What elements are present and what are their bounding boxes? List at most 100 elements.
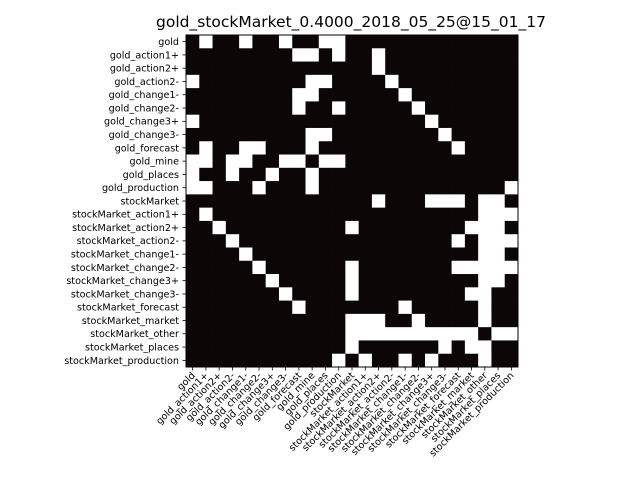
heatmap-cell <box>292 207 306 222</box>
heatmap-cell <box>425 88 439 102</box>
heatmap-cell <box>478 181 492 195</box>
heatmap-cell <box>451 167 466 182</box>
heatmap-cell <box>345 141 359 155</box>
heatmap-cell <box>358 287 373 301</box>
heatmap-cell <box>478 194 492 208</box>
heatmap-cell <box>478 287 492 301</box>
heatmap-cell <box>292 274 306 288</box>
heatmap-cell <box>385 260 399 275</box>
heatmap-cell <box>385 313 399 328</box>
heatmap-cell <box>278 220 293 235</box>
heatmap-cell <box>318 313 333 328</box>
heatmap-cell <box>239 127 253 142</box>
heatmap-cell <box>398 101 413 116</box>
heatmap-cell <box>318 234 333 248</box>
chart-title: gold_stockMarket_0.4000_2018_05_25@15_01… <box>156 13 546 32</box>
heatmap-cell <box>398 353 413 368</box>
heatmap-cell <box>358 247 373 262</box>
heatmap-cell <box>504 353 519 368</box>
y-axis: gold gold_action1+ gold_action2+ gold_actio… <box>64 37 186 367</box>
heatmap-cell <box>464 207 479 222</box>
heatmap-cell <box>212 260 227 275</box>
heatmap-cell <box>332 220 346 235</box>
heatmap-cell <box>371 220 386 235</box>
heatmap-cell <box>425 220 439 235</box>
heatmap-cell <box>478 48 492 62</box>
heatmap-cell <box>371 127 386 142</box>
heatmap-cell <box>385 234 399 248</box>
heatmap-cell <box>278 88 293 102</box>
heatmap-cell <box>358 300 373 315</box>
heatmap-cell <box>358 141 373 155</box>
heatmap-cell <box>358 48 373 62</box>
heatmap-cell <box>332 101 346 116</box>
heatmap-cell <box>425 181 439 195</box>
heatmap-cell <box>345 167 359 182</box>
heatmap-cell <box>398 35 413 49</box>
heatmap-cell <box>292 194 306 208</box>
heatmap-cell <box>411 260 426 275</box>
y-tick-label: gold_action2- <box>114 77 179 88</box>
heatmap-cell <box>318 327 333 341</box>
heatmap-cell <box>451 181 466 195</box>
heatmap-cell <box>464 48 479 62</box>
heatmap-cell <box>212 114 227 129</box>
y-tick-label: stockMarket_places <box>85 342 179 353</box>
heatmap-cell <box>225 101 240 116</box>
heatmap-cell <box>239 207 253 222</box>
heatmap-cell <box>438 114 452 129</box>
heatmap-cell <box>425 327 439 341</box>
heatmap-cell <box>478 61 492 76</box>
heatmap-cell <box>425 114 439 129</box>
heatmap-cell <box>318 167 333 182</box>
heatmap-cell <box>398 247 413 262</box>
heatmap-cell <box>345 127 359 142</box>
heatmap-cell <box>371 313 386 328</box>
y-tick-label: stockMarket_other <box>90 329 179 340</box>
heatmap-cell <box>345 48 359 62</box>
heatmap-cell <box>225 114 240 129</box>
heatmap-cell <box>292 167 306 182</box>
heatmap-cell <box>239 167 253 182</box>
heatmap-cell <box>451 327 466 341</box>
heatmap-cell <box>398 207 413 222</box>
heatmap-cell <box>438 260 452 275</box>
heatmap-cell <box>358 101 373 116</box>
y-tick-label: gold_action1+ <box>110 50 179 61</box>
heatmap-cell <box>491 300 506 315</box>
heatmap-cell <box>398 127 413 142</box>
heatmap-cell <box>239 313 253 328</box>
heatmap-cell <box>371 287 386 301</box>
heatmap-cell <box>438 101 452 116</box>
heatmap-cell <box>438 181 452 195</box>
heatmap-cell <box>438 127 452 142</box>
heatmap-cell <box>239 114 253 129</box>
y-tick-label: stockMarket_change3- <box>71 289 179 300</box>
heatmap-cell <box>345 207 359 222</box>
heatmap-cell <box>318 220 333 235</box>
heatmap-cell <box>371 114 386 129</box>
heatmap-cell <box>265 287 280 301</box>
heatmap-cell <box>305 61 320 76</box>
heatmap-cell <box>292 61 306 76</box>
heatmap-cell <box>212 300 227 315</box>
heatmap-cell <box>345 88 359 102</box>
heatmap-cell <box>504 274 519 288</box>
heatmap-cell <box>398 194 413 208</box>
heatmap-cell <box>252 154 267 169</box>
heatmap-cell <box>371 207 386 222</box>
heatmap-cell <box>252 101 267 116</box>
heatmap-cell <box>239 234 253 248</box>
heatmap-cell <box>478 234 492 248</box>
heatmap-cell <box>332 300 346 315</box>
heatmap-cell <box>425 194 439 208</box>
heatmap-cell <box>398 167 413 182</box>
heatmap-cell <box>252 88 267 102</box>
heatmap-cell <box>504 234 519 248</box>
heatmap-cell <box>212 48 227 62</box>
heatmap-cell <box>425 353 439 368</box>
heatmap-cell <box>398 181 413 195</box>
heatmap-cell <box>491 48 506 62</box>
heatmap-cell <box>265 141 280 155</box>
heatmap-cell <box>411 35 426 49</box>
